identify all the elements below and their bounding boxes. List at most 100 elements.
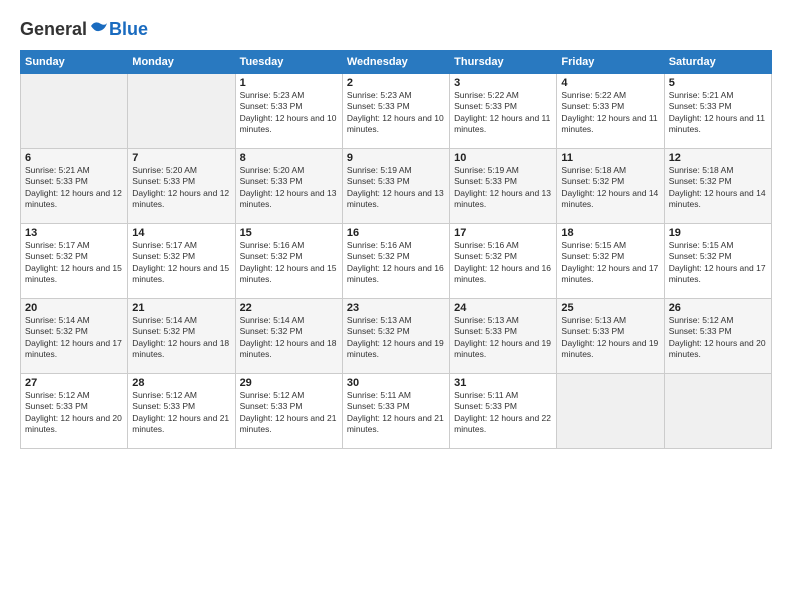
day-number: 17 [454, 227, 552, 239]
day-info: Sunrise: 5:15 AMSunset: 5:32 PMDaylight:… [561, 240, 659, 286]
day-info: Sunrise: 5:12 AMSunset: 5:33 PMDaylight:… [669, 315, 767, 361]
day-number: 7 [132, 152, 230, 164]
calendar-cell: 13Sunrise: 5:17 AMSunset: 5:32 PMDayligh… [21, 224, 128, 299]
day-number: 8 [240, 152, 338, 164]
day-number: 2 [347, 77, 445, 89]
calendar-cell: 24Sunrise: 5:13 AMSunset: 5:33 PMDayligh… [450, 299, 557, 374]
day-number: 3 [454, 77, 552, 89]
day-info: Sunrise: 5:22 AMSunset: 5:33 PMDaylight:… [454, 90, 552, 136]
day-info: Sunrise: 5:14 AMSunset: 5:32 PMDaylight:… [132, 315, 230, 361]
calendar-week-row: 20 Sunrise: 5:14 AMSunset: 5:32 PMDayligh… [21, 299, 772, 374]
weekday-header-wednesday: Wednesday [342, 51, 449, 74]
day-info: Sunrise: 5:19 AMSunset: 5:33 PMDaylight:… [347, 165, 445, 211]
day-number: 24 [454, 302, 552, 314]
weekday-header-thursday: Thursday [450, 51, 557, 74]
calendar-cell: 21Sunrise: 5:14 AMSunset: 5:32 PMDayligh… [128, 299, 235, 374]
calendar-cell: 22Sunrise: 5:14 AMSunset: 5:32 PMDayligh… [235, 299, 342, 374]
day-number: 21 [132, 302, 230, 314]
day-number: 15 [240, 227, 338, 239]
day-info: Sunrise: 5:18 AMSunset: 5:32 PMDaylight:… [561, 165, 659, 211]
day-number: 6 [25, 152, 123, 164]
calendar-cell: 2Sunrise: 5:23 AMSunset: 5:33 PMDaylight… [342, 74, 449, 149]
calendar-cell: 4Sunrise: 5:22 AMSunset: 5:33 PMDaylight… [557, 74, 664, 149]
calendar-cell: 9Sunrise: 5:19 AMSunset: 5:33 PMDaylight… [342, 149, 449, 224]
day-info: Sunrise: 5:14 AMSunset: 5:32 PMDaylight:… [240, 315, 338, 361]
calendar-cell: 1Sunrise: 5:23 AMSunset: 5:33 PMDaylight… [235, 74, 342, 149]
calendar-cell: 25Sunrise: 5:13 AMSunset: 5:33 PMDayligh… [557, 299, 664, 374]
logo-blue: Blue [109, 19, 148, 40]
calendar-cell: 19Sunrise: 5:15 AMSunset: 5:32 PMDayligh… [664, 224, 771, 299]
day-info: Sunrise: 5:16 AMSunset: 5:32 PMDaylight:… [347, 240, 445, 286]
header: General Blue [20, 18, 772, 40]
day-number: 4 [561, 77, 659, 89]
calendar-week-row: 6Sunrise: 5:21 AMSunset: 5:33 PMDaylight… [21, 149, 772, 224]
calendar-week-row: 27Sunrise: 5:12 AMSunset: 5:33 PMDayligh… [21, 374, 772, 449]
calendar-week-row: 1Sunrise: 5:23 AMSunset: 5:33 PMDaylight… [21, 74, 772, 149]
day-number: 1 [240, 77, 338, 89]
weekday-header-sunday: Sunday [21, 51, 128, 74]
day-number: 31 [454, 377, 552, 389]
day-number: 14 [132, 227, 230, 239]
day-info: Sunrise: 5:17 AMSunset: 5:32 PMDaylight:… [25, 240, 123, 286]
day-info: Sunrise: 5:23 AMSunset: 5:33 PMDaylight:… [240, 90, 338, 136]
day-number: 13 [25, 227, 123, 239]
day-number: 30 [347, 377, 445, 389]
calendar-cell: 7Sunrise: 5:20 AMSunset: 5:33 PMDaylight… [128, 149, 235, 224]
day-info: Sunrise: 5:11 AMSunset: 5:33 PMDaylight:… [454, 390, 552, 436]
day-info: Sunrise: 5:20 AMSunset: 5:33 PMDaylight:… [132, 165, 230, 211]
day-number: 20 [25, 302, 123, 314]
logo-general: General [20, 19, 87, 40]
day-info: Sunrise: 5:13 AMSunset: 5:32 PMDaylight:… [347, 315, 445, 361]
day-number: 27 [25, 377, 123, 389]
day-info: Sunrise: 5:23 AMSunset: 5:33 PMDaylight:… [347, 90, 445, 136]
day-info: Sunrise: 5:21 AMSunset: 5:33 PMDaylight:… [669, 90, 767, 136]
calendar-cell: 6Sunrise: 5:21 AMSunset: 5:33 PMDaylight… [21, 149, 128, 224]
day-info: Sunrise: 5:12 AMSunset: 5:33 PMDaylight:… [25, 390, 123, 436]
calendar-cell: 23Sunrise: 5:13 AMSunset: 5:32 PMDayligh… [342, 299, 449, 374]
weekday-header-friday: Friday [557, 51, 664, 74]
page: General Blue SundayMondayTuesdayWednesday… [0, 0, 792, 612]
day-info: Sunrise: 5:13 AMSunset: 5:33 PMDaylight:… [454, 315, 552, 361]
calendar-cell: 28Sunrise: 5:12 AMSunset: 5:33 PMDayligh… [128, 374, 235, 449]
weekday-header-saturday: Saturday [664, 51, 771, 74]
day-number: 29 [240, 377, 338, 389]
calendar-cell [664, 374, 771, 449]
calendar-cell: 29Sunrise: 5:12 AMSunset: 5:33 PMDayligh… [235, 374, 342, 449]
day-info: Sunrise: 5:19 AMSunset: 5:33 PMDaylight:… [454, 165, 552, 211]
day-info: Sunrise: 5:11 AMSunset: 5:33 PMDaylight:… [347, 390, 445, 436]
calendar-cell: 11Sunrise: 5:18 AMSunset: 5:32 PMDayligh… [557, 149, 664, 224]
calendar-week-row: 13Sunrise: 5:17 AMSunset: 5:32 PMDayligh… [21, 224, 772, 299]
calendar-cell: 8Sunrise: 5:20 AMSunset: 5:33 PMDaylight… [235, 149, 342, 224]
weekday-header-monday: Monday [128, 51, 235, 74]
day-info: Sunrise: 5:18 AMSunset: 5:32 PMDaylight:… [669, 165, 767, 211]
logo: General Blue [20, 18, 148, 40]
calendar-cell: 15Sunrise: 5:16 AMSunset: 5:32 PMDayligh… [235, 224, 342, 299]
calendar-header-row: SundayMondayTuesdayWednesdayThursdayFrid… [21, 51, 772, 74]
weekday-header-tuesday: Tuesday [235, 51, 342, 74]
calendar-cell: 18Sunrise: 5:15 AMSunset: 5:32 PMDayligh… [557, 224, 664, 299]
day-info: Sunrise: 5:16 AMSunset: 5:32 PMDaylight:… [454, 240, 552, 286]
day-info: Sunrise: 5:21 AMSunset: 5:33 PMDaylight:… [25, 165, 123, 211]
day-info: Sunrise: 5:15 AMSunset: 5:32 PMDaylight:… [669, 240, 767, 286]
day-number: 19 [669, 227, 767, 239]
day-number: 25 [561, 302, 659, 314]
calendar-cell: 27Sunrise: 5:12 AMSunset: 5:33 PMDayligh… [21, 374, 128, 449]
day-info: Sunrise: 5:22 AMSunset: 5:33 PMDaylight:… [561, 90, 659, 136]
calendar-cell: 26Sunrise: 5:12 AMSunset: 5:33 PMDayligh… [664, 299, 771, 374]
day-number: 23 [347, 302, 445, 314]
calendar-table: SundayMondayTuesdayWednesdayThursdayFrid… [20, 50, 772, 449]
calendar-cell: 16Sunrise: 5:16 AMSunset: 5:32 PMDayligh… [342, 224, 449, 299]
day-number: 18 [561, 227, 659, 239]
day-number: 22 [240, 302, 338, 314]
calendar-cell: 17Sunrise: 5:16 AMSunset: 5:32 PMDayligh… [450, 224, 557, 299]
calendar-cell: 10Sunrise: 5:19 AMSunset: 5:33 PMDayligh… [450, 149, 557, 224]
day-number: 16 [347, 227, 445, 239]
day-number: 9 [347, 152, 445, 164]
calendar-cell: 30Sunrise: 5:11 AMSunset: 5:33 PMDayligh… [342, 374, 449, 449]
day-info: Sunrise: 5:13 AMSunset: 5:33 PMDaylight:… [561, 315, 659, 361]
logo-bird-icon [87, 18, 109, 40]
calendar-cell: 3Sunrise: 5:22 AMSunset: 5:33 PMDaylight… [450, 74, 557, 149]
day-info: Sunrise: 5:12 AMSunset: 5:33 PMDaylight:… [132, 390, 230, 436]
day-number: 5 [669, 77, 767, 89]
calendar-cell: 31Sunrise: 5:11 AMSunset: 5:33 PMDayligh… [450, 374, 557, 449]
